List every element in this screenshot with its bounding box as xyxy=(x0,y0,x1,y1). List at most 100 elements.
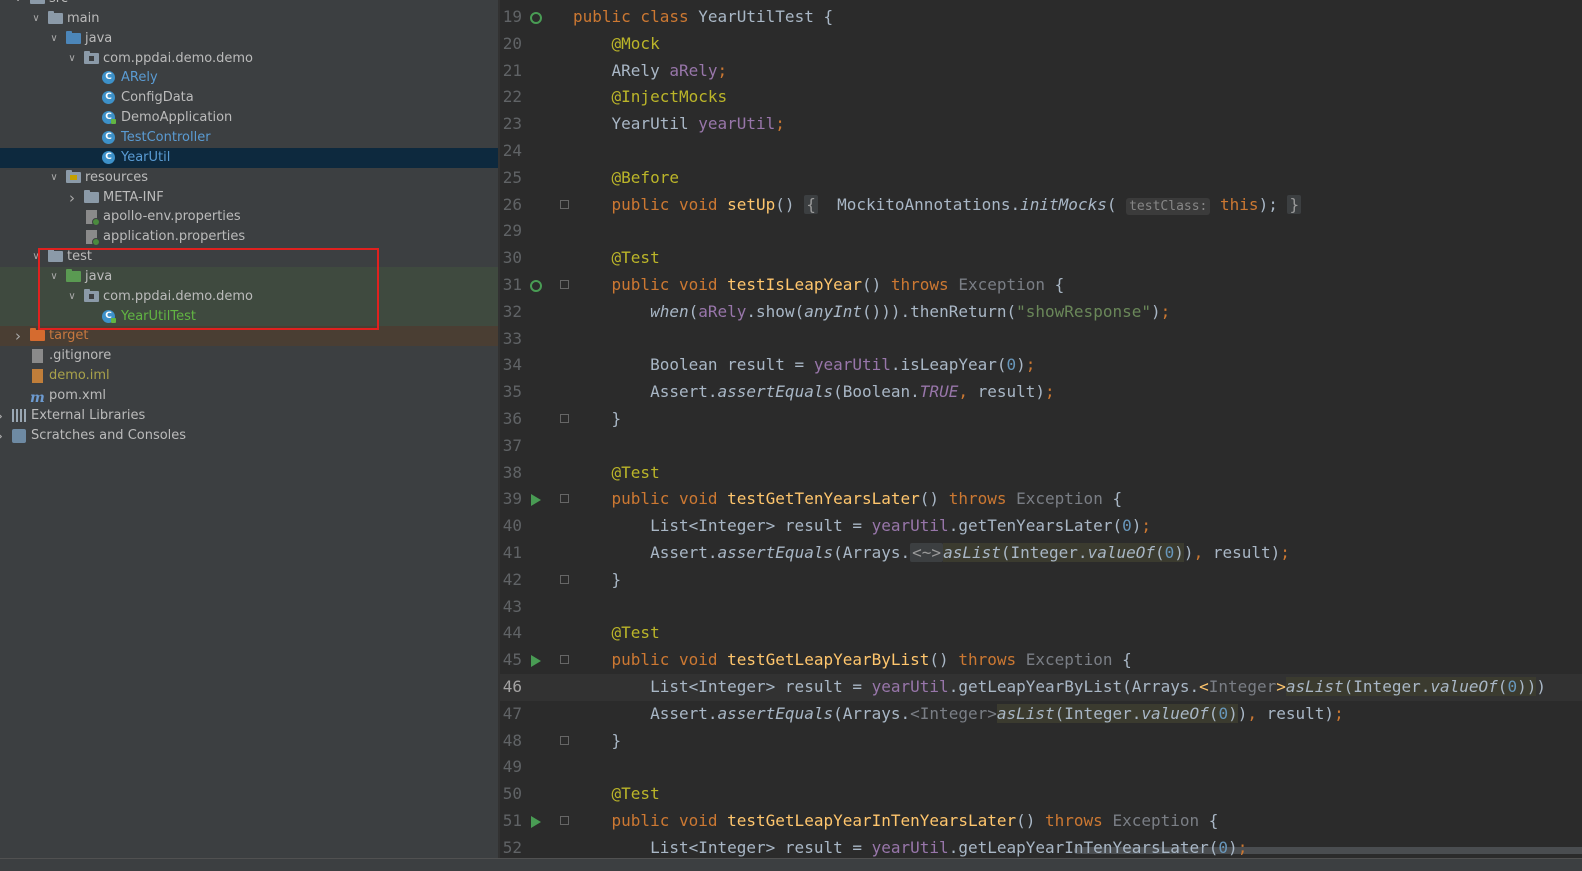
code-line[interactable]: 36 } xyxy=(500,406,1582,433)
tree-item[interactable]: application.properties xyxy=(0,227,498,247)
code-line[interactable]: 50 @Test xyxy=(500,781,1582,808)
tree-item[interactable]: C DemoApplication xyxy=(0,108,498,128)
tree-item[interactable]: ∨ resources xyxy=(0,168,498,188)
code-line[interactable]: 41 Assert.assertEquals(Arrays. <~> asList(… xyxy=(500,540,1582,567)
code-line[interactable]: 35 Assert.assertEquals(Boolean.TRUE, res… xyxy=(500,379,1582,406)
code-line[interactable]: 47 Assert.assertEquals(Arrays.<Integer>a… xyxy=(500,701,1582,728)
tree-item[interactable]: › External Libraries xyxy=(0,406,498,426)
code-token: ; xyxy=(717,60,728,80)
code-line[interactable]: 45 public void testGetLeapYearByList() t… xyxy=(500,647,1582,674)
tree-item[interactable]: apollo-env.properties xyxy=(0,207,498,227)
code-line[interactable]: 39 public void testGetTenYearsLater() th… xyxy=(500,486,1582,513)
code-line[interactable]: 26 public void setUp() { MockitoAnnotati… xyxy=(500,192,1582,219)
package-icon xyxy=(84,50,99,66)
run-test-icon[interactable] xyxy=(528,492,544,508)
tree-item[interactable]: › target xyxy=(0,326,498,347)
tree-item[interactable]: C ARely xyxy=(0,68,498,88)
tree-item[interactable]: m pom.xml xyxy=(0,386,498,406)
tree-item-label: YearUtilTest xyxy=(121,308,196,324)
line-number: 39 xyxy=(502,489,522,509)
chevron-right-icon[interactable]: › xyxy=(0,426,6,446)
code-text: public void testGetLeapYearInTenYearsLat… xyxy=(573,808,1219,835)
code-line[interactable]: 22 @InjectMocks xyxy=(500,84,1582,111)
tree-item-label: ARely xyxy=(121,70,158,86)
tree-item[interactable]: ∨ com.ppdai.demo.demo xyxy=(0,49,498,69)
code-token: Exception xyxy=(1016,489,1103,509)
line-number: 49 xyxy=(502,757,522,777)
code-line[interactable]: 46 List<Integer> result = yearUtil.getLe… xyxy=(500,674,1582,701)
fold-marker-icon[interactable] xyxy=(560,574,569,584)
tree-item[interactable]: › META-INF xyxy=(0,188,498,208)
code-line[interactable]: 32 when(aRely.show(anyInt())).thenReturn… xyxy=(500,299,1582,326)
code-text: List<Integer> result = yearUtil.getTenYe… xyxy=(573,513,1151,540)
tree-item[interactable]: demo.iml xyxy=(0,366,498,386)
code-line[interactable]: 44 @Test xyxy=(500,620,1582,647)
code-line[interactable]: 43 xyxy=(500,594,1582,621)
run-test-class-icon[interactable] xyxy=(528,278,544,294)
fold-marker-icon[interactable] xyxy=(560,816,569,825)
code-line[interactable]: 42 } xyxy=(500,567,1582,594)
code-line[interactable]: 49 xyxy=(500,754,1582,781)
code-line[interactable]: 52 List<Integer> result = yearUtil.getLe… xyxy=(500,835,1582,858)
chevron-down-icon[interactable]: ∨ xyxy=(12,0,24,9)
code-line[interactable]: 37 xyxy=(500,433,1582,460)
code-line[interactable]: 34 Boolean result = yearUtil.isLeapYear(… xyxy=(500,352,1582,379)
code-text: public void setUp() { MockitoAnnotations… xyxy=(573,192,1302,221)
chevron-down-icon[interactable]: ∨ xyxy=(66,287,78,307)
tree-item[interactable]: C YearUtil xyxy=(0,147,498,168)
chevron-down-icon[interactable]: ∨ xyxy=(48,168,60,188)
code-editor[interactable]: 19 public class YearUtilTest {20 @Mock 21 … xyxy=(500,0,1582,858)
code-line[interactable]: 25 @Before xyxy=(500,165,1582,192)
tree-item[interactable]: .gitignore xyxy=(0,346,498,366)
chevron-right-icon[interactable]: › xyxy=(12,326,24,346)
fold-marker-icon[interactable] xyxy=(560,735,569,745)
tree-item[interactable]: ∨ java xyxy=(0,29,498,49)
chevron-down-icon[interactable]: ∨ xyxy=(30,247,42,267)
tree-item[interactable]: ∨ test xyxy=(0,247,498,267)
run-test-class-icon[interactable] xyxy=(528,10,544,26)
code-line[interactable]: 23 YearUtil yearUtil; xyxy=(500,111,1582,138)
code-line[interactable]: 29 xyxy=(500,218,1582,245)
code-text: @Test xyxy=(573,245,660,272)
code-token: Integer xyxy=(1208,677,1277,696)
tree-item[interactable]: ∨ com.ppdai.demo.demo xyxy=(0,286,498,307)
code-token: ) xyxy=(1228,837,1238,857)
chevron-down-icon[interactable]: ∨ xyxy=(30,9,42,29)
tree-item[interactable]: C ConfigData xyxy=(0,88,498,108)
code-line[interactable]: 24 xyxy=(500,138,1582,165)
chevron-down-icon[interactable]: ∨ xyxy=(48,267,60,287)
run-test-icon[interactable] xyxy=(528,653,544,669)
fold-marker-icon[interactable] xyxy=(560,655,569,665)
code-line[interactable]: 48 } xyxy=(500,728,1582,755)
tree-item[interactable]: ∨ main xyxy=(0,9,498,29)
chevron-down-icon[interactable]: ∨ xyxy=(48,29,60,49)
chevron-down-icon[interactable]: ∨ xyxy=(66,49,78,69)
run-test-icon[interactable] xyxy=(528,814,544,830)
tree-item[interactable]: C YearUtilTest xyxy=(0,306,498,327)
tree-item[interactable]: › Scratches and Consoles xyxy=(0,426,498,446)
code-line[interactable]: 38 @Test xyxy=(500,460,1582,487)
code-line[interactable]: 21 ARely aRely; xyxy=(500,58,1582,85)
chevron-right-icon[interactable]: › xyxy=(0,406,6,426)
code-token: { xyxy=(1112,650,1132,670)
chevron-right-icon[interactable]: › xyxy=(66,188,78,208)
line-number: 23 xyxy=(502,114,522,134)
code-line[interactable]: 31 public void testIsLeapYear() throws E… xyxy=(500,272,1582,299)
fold-marker-icon[interactable] xyxy=(560,414,569,423)
fold-marker-icon[interactable] xyxy=(560,280,569,289)
code-token: , xyxy=(1247,703,1267,723)
tree-item[interactable]: C TestController xyxy=(0,128,498,148)
code-line[interactable]: 51 public void testGetLeapYearInTenYears… xyxy=(500,808,1582,835)
code-line[interactable]: 40 List<Integer> result = yearUtil.getTe… xyxy=(500,513,1582,540)
tree-item[interactable]: ∨ java xyxy=(0,266,498,287)
fold-marker-icon[interactable] xyxy=(560,494,569,504)
code-line[interactable]: 30 @Test xyxy=(500,245,1582,272)
tree-item[interactable]: ∨ src xyxy=(0,0,498,9)
tree-item-label: target xyxy=(49,328,89,344)
fold-marker-icon[interactable] xyxy=(560,199,569,209)
code-line[interactable]: 20 @Mock xyxy=(500,31,1582,58)
tree-item-label: test xyxy=(67,249,92,265)
code-line[interactable]: 33 xyxy=(500,326,1582,353)
code-line[interactable]: 19 public class YearUtilTest { xyxy=(500,4,1582,31)
